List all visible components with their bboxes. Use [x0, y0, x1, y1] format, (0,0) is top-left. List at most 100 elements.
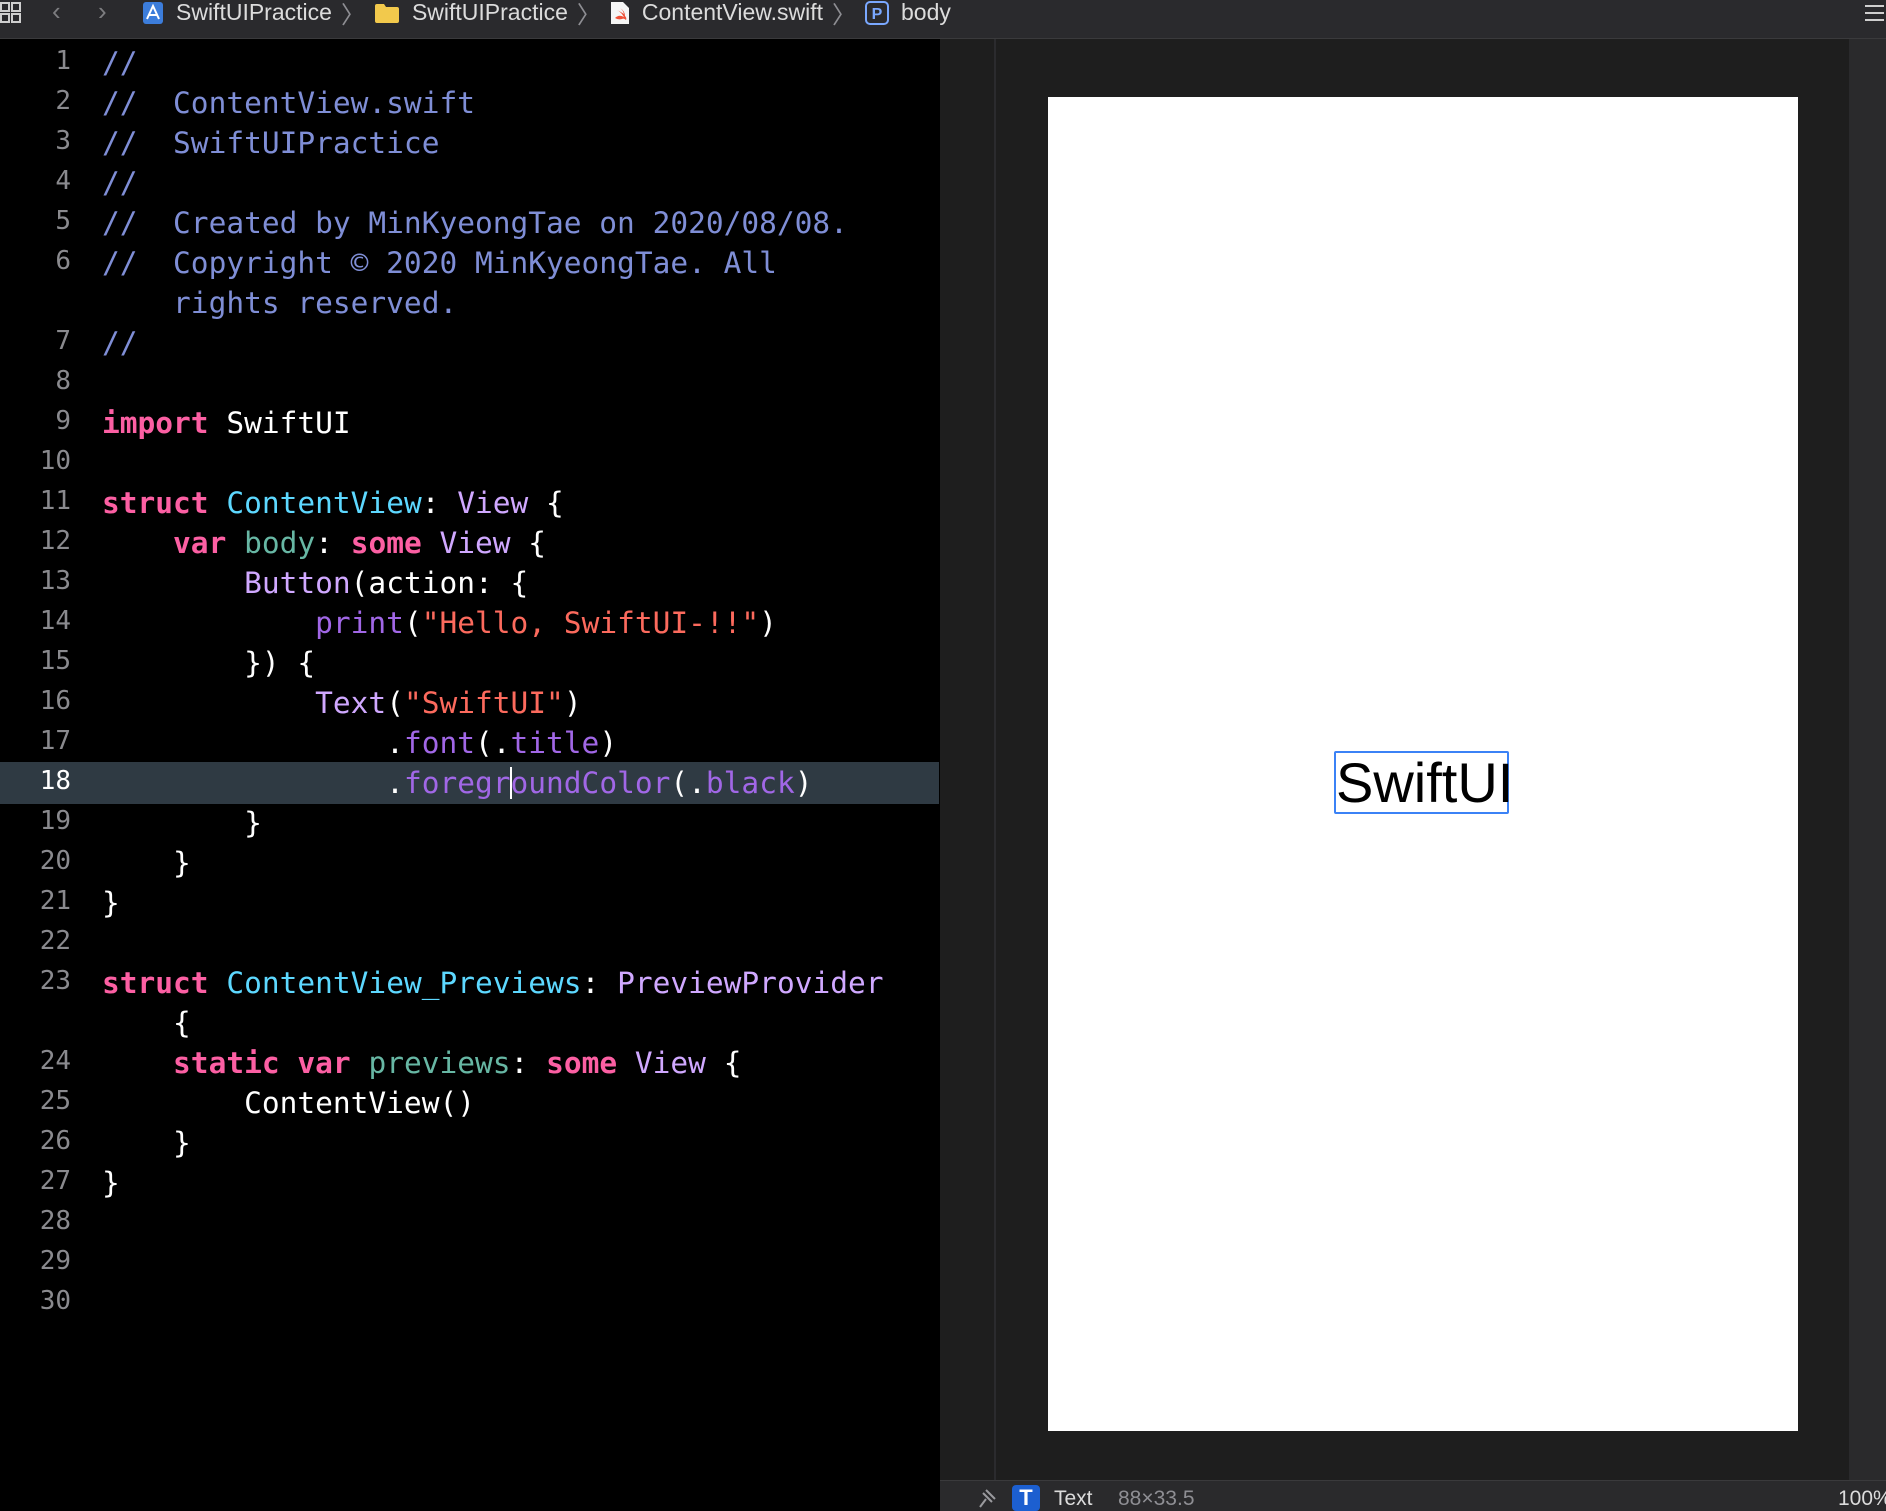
code-line: 15 }) {: [0, 646, 939, 686]
line-number: 17: [39, 726, 71, 756]
chevron-right-icon: 〉: [340, 2, 365, 29]
line-number: 29: [39, 1246, 71, 1276]
code-line: 22: [0, 926, 939, 966]
code-line: 19 }: [0, 806, 939, 846]
line-number: 13: [39, 566, 71, 596]
code-text: struct ContentView_Previews: PreviewProv…: [102, 966, 884, 1000]
zoom-level[interactable]: 100%: [1838, 1487, 1886, 1511]
line-number: 16: [39, 686, 71, 716]
back-arrow-icon[interactable]: ‹: [52, 0, 61, 24]
line-number: 15: [39, 646, 71, 676]
line-number: 22: [39, 926, 71, 956]
crumb-symbol[interactable]: P body: [865, 0, 951, 26]
code-text: }: [102, 1126, 191, 1160]
code-line-wrap: {: [0, 1006, 939, 1046]
code-line: 14 print("Hello, SwiftUI-!!"): [0, 606, 939, 646]
related-items-icon[interactable]: [0, 2, 22, 24]
code-line: 9 import SwiftUI: [0, 406, 939, 446]
crumb-folder[interactable]: SwiftUIPractice: [374, 0, 568, 26]
code-line: 2 // ContentView.swift: [0, 86, 939, 126]
line-number: 7: [55, 326, 71, 356]
text-cursor: [509, 767, 512, 799]
line-number: 24: [39, 1046, 71, 1076]
code-line: 4 //: [0, 166, 939, 206]
text-element-badge: T: [1012, 1485, 1040, 1511]
line-number: 20: [39, 846, 71, 876]
code-text: var body: some View {: [173, 526, 547, 560]
crumb-file[interactable]: ContentView.swift: [610, 0, 823, 26]
code-line: 10: [0, 446, 939, 486]
line-number: 4: [55, 166, 71, 196]
line-number: 19: [39, 806, 71, 836]
code-line: 25 ContentView(): [0, 1086, 939, 1126]
code-text: }: [102, 886, 120, 920]
line-number: 26: [39, 1126, 71, 1156]
code-text: .foregroundColor(.black): [102, 766, 813, 800]
line-number: 23: [39, 966, 71, 996]
code-line: 24 static var previews: some View {: [0, 1046, 939, 1086]
canvas-status-bar: T Text 88×33.5 100%: [940, 1480, 1886, 1511]
line-number: 30: [39, 1286, 71, 1316]
line-number: 9: [55, 406, 71, 436]
code-text: {: [102, 1006, 191, 1040]
code-text: struct ContentView: View {: [102, 486, 564, 520]
code-line: 20 }: [0, 846, 939, 886]
device-preview[interactable]: SwiftUI: [1048, 97, 1798, 1431]
jump-bar: ‹ › SwiftUIPractice 〉 SwiftUIPractice 〉 …: [0, 0, 1886, 39]
code-line: 13 Button(action: {: [0, 566, 939, 606]
code-line: 30: [0, 1286, 939, 1326]
code-text: }) {: [102, 646, 316, 680]
editor-options-icon[interactable]: [1862, 2, 1886, 24]
code-text: }: [102, 806, 262, 840]
code-line: 12 var body: some View {: [0, 526, 939, 566]
line-number: 14: [39, 606, 71, 636]
code-text: //: [102, 166, 138, 200]
line-number: 12: [39, 526, 71, 556]
breadcrumb: SwiftUIPractice 〉 SwiftUIPractice 〉 Cont…: [142, 0, 951, 30]
code-text: ContentView(): [102, 1086, 475, 1120]
chevron-right-icon: 〉: [832, 2, 856, 29]
code-line: 17 .font(.title): [0, 726, 939, 766]
swift-file-icon: [610, 1, 629, 24]
code-line: 7 //: [0, 326, 939, 366]
folder-icon: [374, 3, 399, 23]
code-line: 28: [0, 1206, 939, 1246]
canvas-divider: [994, 39, 996, 1480]
line-number: 18: [39, 766, 71, 796]
code-line: 21 }: [0, 886, 939, 926]
crumb-label: ContentView.swift: [641, 0, 823, 25]
code-line: 29: [0, 1246, 939, 1286]
element-kind: Text: [1054, 1487, 1093, 1510]
crumb-label: body: [901, 0, 951, 25]
code-text: import SwiftUI: [102, 406, 351, 440]
code-text: print("Hello, SwiftUI-!!"): [315, 606, 777, 640]
pin-icon[interactable]: [974, 1487, 998, 1509]
code-text: // Created by MinKyeongTae on 2020/08/08…: [102, 206, 848, 240]
line-number: 25: [39, 1086, 71, 1116]
code-text: // Copyright © 2020 MinKyeongTae. All: [102, 246, 777, 280]
project-icon: [143, 1, 163, 24]
code-text: // ContentView.swift: [102, 86, 475, 120]
crumb-project[interactable]: SwiftUIPractice: [142, 0, 332, 26]
code-editor[interactable]: 1 // 2 // ContentView.swift 3 // SwiftUI…: [0, 39, 939, 1510]
line-number: 28: [39, 1206, 71, 1236]
preview-button-text[interactable]: SwiftUI: [1334, 751, 1513, 814]
property-icon: P: [865, 0, 889, 25]
line-number: 8: [55, 366, 71, 396]
code-line: 1 //: [0, 46, 939, 86]
code-line: 16 Text("SwiftUI"): [0, 686, 939, 726]
code-line: 27 }: [0, 1166, 939, 1206]
svg-text:P: P: [872, 6, 883, 23]
line-number: 2: [55, 86, 71, 116]
line-number: 10: [39, 446, 71, 476]
forward-arrow-icon[interactable]: ›: [98, 0, 107, 24]
preview-canvas[interactable]: SwiftUI T Text 88×33.5 100%: [940, 39, 1886, 1511]
code-text: }: [102, 846, 191, 880]
line-number: 11: [39, 486, 71, 516]
code-text: Text("SwiftUI"): [315, 686, 582, 720]
line-number: 5: [55, 206, 71, 236]
code-text: // SwiftUIPractice: [102, 126, 440, 160]
code-text: Button(action: {: [244, 566, 529, 600]
crumb-label: SwiftUIPractice: [176, 0, 332, 25]
line-number: 6: [55, 246, 71, 276]
